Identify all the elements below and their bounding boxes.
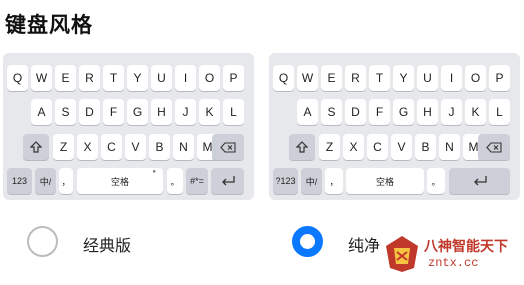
keyboard-row-4: ?123 中/ ， 空格 。 xyxy=(269,168,520,194)
key-s: S xyxy=(321,99,342,125)
key-o: O xyxy=(199,65,220,91)
key-f: F xyxy=(369,99,390,125)
space-key: 空格 xyxy=(346,168,424,194)
key-j: J xyxy=(441,99,462,125)
key-r: R xyxy=(79,65,100,91)
pure-style-radio[interactable] xyxy=(292,226,323,257)
key-u: U xyxy=(417,65,438,91)
key-y: Y xyxy=(127,65,148,91)
key-v: V xyxy=(391,134,412,160)
key-o: O xyxy=(465,65,486,91)
key-b: B xyxy=(149,134,170,160)
language-key: 中/ xyxy=(35,168,56,194)
classic-keyboard-preview[interactable]: Q W E R T Y U I O P A S D F G H J K L Z … xyxy=(3,53,254,200)
key-z: Z xyxy=(319,134,340,160)
key-j: J xyxy=(175,99,196,125)
key-l: L xyxy=(489,99,510,125)
comma-key: ， xyxy=(59,168,73,194)
watermark-logo-icon xyxy=(386,236,418,272)
key-e: E xyxy=(321,65,342,91)
key-d: D xyxy=(345,99,366,125)
period-key: 。 xyxy=(427,168,445,194)
key-w: W xyxy=(31,65,52,91)
symbol-key: #*= xyxy=(186,168,208,194)
number-mode-key: ?123 xyxy=(273,168,298,194)
key-p: P xyxy=(223,65,244,91)
watermark: 八神智能天下 zntx.cc xyxy=(384,232,520,276)
microphone-icon: ● xyxy=(152,169,156,175)
backspace-icon xyxy=(478,134,510,160)
key-s: S xyxy=(55,99,76,125)
key-p: P xyxy=(489,65,510,91)
key-n: N xyxy=(439,134,460,160)
key-k: K xyxy=(199,99,220,125)
key-h: H xyxy=(417,99,438,125)
number-mode-key: 123 xyxy=(7,168,32,194)
key-i: I xyxy=(175,65,196,91)
key-t: T xyxy=(103,65,124,91)
backspace-icon xyxy=(212,134,244,160)
key-q: Q xyxy=(7,65,28,91)
classic-style-radio[interactable] xyxy=(27,226,58,257)
keyboard-row-2: A S D F G H J K L xyxy=(269,99,520,125)
keyboard-row-3: Z X C V B N M xyxy=(269,134,520,160)
key-r: R xyxy=(345,65,366,91)
key-w: W xyxy=(297,65,318,91)
pure-style-label[interactable]: 纯净 xyxy=(348,232,380,256)
key-b: B xyxy=(415,134,436,160)
comma-key: ， xyxy=(325,168,343,194)
shift-icon xyxy=(23,134,49,160)
period-key: 。 xyxy=(167,168,183,194)
key-v: V xyxy=(125,134,146,160)
key-y: Y xyxy=(393,65,414,91)
key-t: T xyxy=(369,65,390,91)
key-f: F xyxy=(103,99,124,125)
watermark-url: zntx.cc xyxy=(428,256,479,270)
classic-style-label[interactable]: 经典版 xyxy=(83,232,131,256)
key-x: X xyxy=(343,134,364,160)
key-a: A xyxy=(31,99,52,125)
space-key: 空格 ● xyxy=(77,168,163,194)
section-title: 键盘风格 xyxy=(5,13,93,37)
key-u: U xyxy=(151,65,172,91)
enter-icon xyxy=(211,168,244,194)
language-key: 中/ xyxy=(301,168,322,194)
key-c: C xyxy=(367,134,388,160)
key-c: C xyxy=(101,134,122,160)
keyboard-row-2: A S D F G H J K L xyxy=(3,99,254,125)
keyboard-row-1: Q W E R T Y U I O P xyxy=(3,65,254,91)
keyboard-row-4: 123 中/ ， 空格 ● 。 #*= xyxy=(3,168,254,194)
key-x: X xyxy=(77,134,98,160)
key-i: I xyxy=(441,65,462,91)
key-a: A xyxy=(297,99,318,125)
pure-keyboard-preview[interactable]: Q W E R T Y U I O P A S D F G H J K L Z … xyxy=(269,53,520,200)
key-e: E xyxy=(55,65,76,91)
key-k: K xyxy=(465,99,486,125)
key-d: D xyxy=(79,99,100,125)
key-g: G xyxy=(127,99,148,125)
enter-icon xyxy=(449,168,510,194)
keyboard-row-1: Q W E R T Y U I O P xyxy=(269,65,520,91)
key-z: Z xyxy=(53,134,74,160)
key-g: G xyxy=(393,99,414,125)
key-h: H xyxy=(151,99,172,125)
keyboard-row-3: Z X C V B N M xyxy=(3,134,254,160)
shift-icon xyxy=(289,134,315,160)
key-n: N xyxy=(173,134,194,160)
key-l: L xyxy=(223,99,244,125)
watermark-text: 八神智能天下 xyxy=(424,239,508,255)
key-q: Q xyxy=(273,65,294,91)
